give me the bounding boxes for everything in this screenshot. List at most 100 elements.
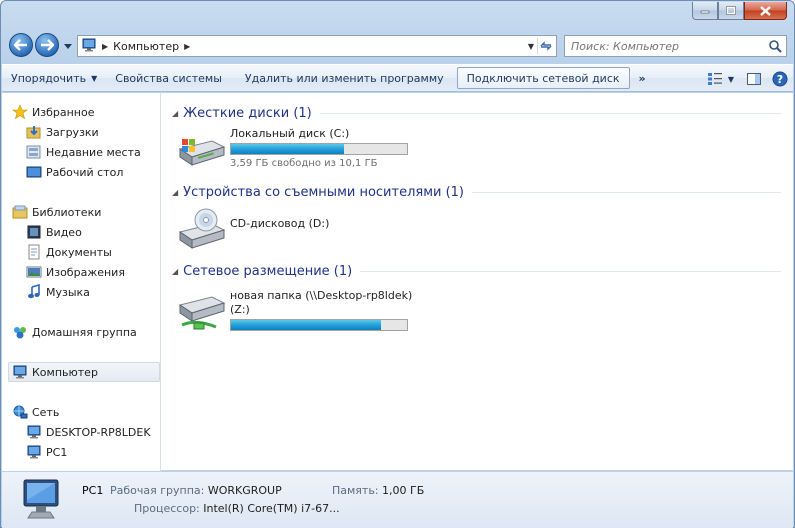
content-area: Избранное Загрузки Недавние места Рабочи…	[2, 93, 793, 471]
computer-icon	[26, 444, 42, 460]
group-title: Сетевое размещение (1)	[183, 263, 353, 279]
uninstall-program-button[interactable]: Удалить или изменить программу	[231, 67, 453, 89]
memory-value: 1,00 ГБ	[382, 484, 425, 497]
nav-video-label: Видео	[46, 225, 82, 239]
group-header-removable[interactable]: ◢ Устройства со съемными носителями (1)	[172, 182, 781, 202]
chevron-down-icon	[64, 44, 72, 49]
nav-downloads-label: Загрузки	[46, 125, 99, 139]
collapse-icon[interactable]: ◢	[172, 109, 178, 118]
drive-network-z[interactable]: новая папка (\\Desktop-rp8ldek) (Z:)	[176, 289, 436, 339]
maximize-icon	[726, 6, 736, 15]
nav-network-label: Сеть	[32, 405, 60, 419]
cd-drive-icon	[176, 206, 228, 252]
help-button[interactable]: ?	[767, 68, 793, 90]
search-input[interactable]	[571, 39, 761, 53]
drive-letter: (Z:)	[230, 303, 250, 316]
pictures-icon	[26, 264, 42, 280]
change-view-button[interactable]: ▼	[701, 68, 741, 90]
network-icon	[12, 404, 28, 420]
search-icon[interactable]	[768, 39, 782, 56]
chevron-right-icon[interactable]: ▶	[184, 42, 190, 51]
nav-network-desktop[interactable]: DESKTOP-RP8LDEK	[2, 422, 161, 442]
favorites-group: Избранное Загрузки Недавние места Рабочи…	[2, 102, 161, 182]
computer-icon	[81, 38, 97, 55]
svg-text:?: ?	[777, 73, 783, 86]
nav-pictures[interactable]: Изображения	[2, 262, 161, 282]
preview-pane-icon	[747, 73, 761, 85]
nav-desktop[interactable]: Рабочий стол	[2, 162, 161, 182]
computer-group: Компьютер	[2, 362, 161, 382]
preview-pane-button[interactable]	[741, 68, 767, 90]
divider	[472, 191, 781, 193]
divider	[360, 270, 781, 272]
drive-cd-d[interactable]: CD-дисковод (D:)	[176, 206, 416, 256]
organize-button[interactable]: Упорядочить ▼	[2, 67, 106, 89]
address-bar[interactable]: ▶ Компьютер ▶ ▼	[77, 35, 557, 57]
refresh-button[interactable]	[537, 38, 554, 54]
details-pane: PC1 Рабочая группа: WORKGROUP Память: 1,…	[2, 472, 793, 528]
minimize-button[interactable]	[692, 2, 718, 20]
drive-usage-fill	[231, 320, 381, 330]
file-list[interactable]: ◢ Жесткие диски (1) Локальный диск (C:) …	[162, 93, 793, 471]
nav-libraries[interactable]: Библиотеки	[2, 202, 161, 222]
nav-libraries-label: Библиотеки	[32, 205, 102, 219]
recent-places-icon	[26, 144, 42, 160]
address-row: ▶ Компьютер ▶ ▼	[9, 32, 787, 58]
nav-downloads[interactable]: Загрузки	[2, 122, 161, 142]
nav-music[interactable]: Музыка	[2, 282, 161, 302]
hard-drive-icon	[176, 127, 228, 173]
nav-homegroup-label: Домашняя группа	[32, 325, 137, 339]
music-icon	[26, 284, 42, 300]
network-group: Сеть DESKTOP-RP8LDEK PC1	[2, 402, 161, 462]
homegroup-group: Домашняя группа	[2, 322, 161, 342]
system-properties-button[interactable]: Свойства системы	[106, 67, 231, 89]
nav-network[interactable]: Сеть	[2, 402, 161, 422]
view-controls: ▼ ?	[701, 65, 793, 93]
computer-icon	[20, 478, 66, 525]
computer-icon	[12, 364, 28, 380]
close-button[interactable]	[744, 2, 787, 20]
explorer-window: ▶ Компьютер ▶ ▼ Упорядочить ▼ Свойства с…	[0, 0, 795, 528]
more-commands-button[interactable]: »	[630, 67, 655, 89]
processor-value: Intel(R) Core(TM) i7-67...	[203, 502, 340, 515]
nav-documents[interactable]: Документы	[2, 242, 161, 262]
help-icon: ?	[772, 71, 788, 87]
drive-free-space: 3,59 ГБ свободно из 10,1 ГБ	[230, 158, 378, 169]
refresh-icon	[540, 41, 552, 51]
documents-icon	[26, 244, 42, 260]
nav-homegroup[interactable]: Домашняя группа	[2, 322, 161, 342]
nav-video[interactable]: Видео	[2, 222, 161, 242]
arrow-left-icon	[14, 39, 27, 51]
group-header-network-location[interactable]: ◢ Сетевое размещение (1)	[172, 261, 781, 281]
breadcrumb-computer[interactable]: Компьютер	[113, 40, 179, 53]
search-box[interactable]	[564, 35, 787, 57]
navigation-pane[interactable]: Избранное Загрузки Недавние места Рабочи…	[2, 93, 161, 471]
arrow-right-icon	[41, 39, 54, 51]
drive-usage-fill	[231, 144, 344, 154]
address-dropdown[interactable]: ▼	[528, 42, 534, 51]
drive-local-c[interactable]: Локальный диск (C:) 3,59 ГБ свободно из …	[176, 127, 416, 177]
history-dropdown[interactable]	[64, 40, 72, 53]
video-icon	[26, 224, 42, 240]
collapse-icon[interactable]: ◢	[172, 188, 178, 197]
map-network-drive-button[interactable]: Подключить сетевой диск	[456, 67, 630, 89]
collapse-icon[interactable]: ◢	[172, 267, 178, 276]
workgroup-value: WORKGROUP	[207, 484, 282, 497]
group-header-hard-disks[interactable]: ◢ Жесткие диски (1)	[172, 103, 781, 123]
nav-recent-places[interactable]: Недавние места	[2, 142, 161, 162]
nav-favorites-label: Избранное	[32, 105, 95, 119]
nav-pictures-label: Изображения	[46, 265, 125, 279]
nav-network-pc1[interactable]: PC1	[2, 442, 161, 462]
chevron-right-icon: ▶	[102, 41, 109, 51]
back-button[interactable]	[9, 33, 33, 57]
libraries-group: Библиотеки Видео Документы Изображения М…	[2, 202, 161, 302]
desktop-icon	[26, 164, 42, 180]
forward-button[interactable]	[35, 33, 59, 57]
nav-computer[interactable]: Компьютер	[8, 362, 160, 382]
chevron-down-icon: ▼	[727, 74, 735, 84]
nav-desktop-label: Рабочий стол	[46, 165, 124, 179]
maximize-button[interactable]	[718, 2, 744, 20]
network-drive-icon	[176, 289, 228, 335]
nav-favorites[interactable]: Избранное	[2, 102, 161, 122]
processor-label: Процессор:	[134, 502, 200, 515]
